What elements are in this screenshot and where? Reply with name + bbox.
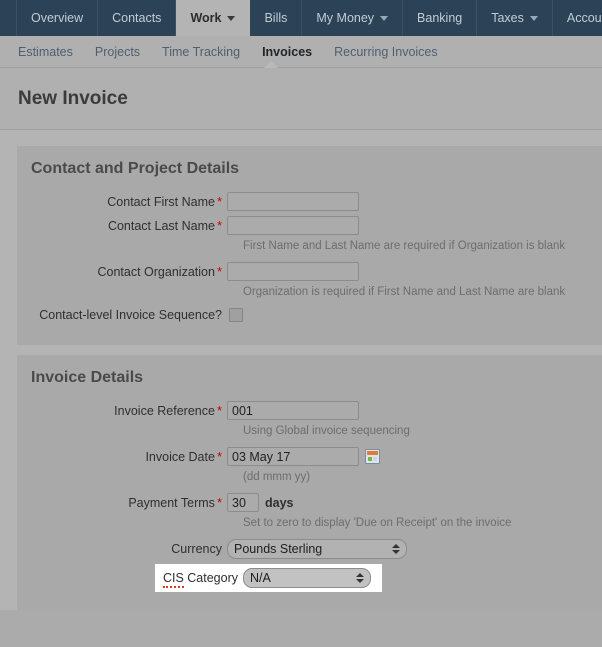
- cis-category-select[interactable]: N/A: [243, 568, 371, 588]
- invoice-reference-field-area: [227, 401, 359, 420]
- label-text: Contact First Name: [107, 195, 215, 209]
- invoice-reference-hint: Using Global invoice sequencing: [243, 425, 410, 437]
- required-marker: *: [216, 449, 222, 464]
- contact-last-name-row: Contact Last Name *: [17, 216, 602, 235]
- contact-organization-hint: Organization is required if First Name a…: [243, 286, 566, 298]
- nav-tab-overview[interactable]: Overview: [16, 0, 99, 36]
- nav-tab-taxes[interactable]: Taxes: [477, 0, 553, 36]
- invoice-reference-label: Invoice Reference *: [17, 403, 227, 418]
- invoice-details-panel: Invoice Details Invoice Reference* Using…: [17, 355, 602, 610]
- nav-tab-label: Overview: [31, 11, 84, 25]
- nav-tab-label: Banking: [417, 11, 463, 25]
- contact-last-name-label: Contact Last Name *: [17, 218, 227, 233]
- nav-tab-contacts[interactable]: Contacts: [98, 0, 177, 36]
- payment-terms-row: Payment Terms* days: [17, 493, 602, 512]
- required-marker: *: [216, 194, 222, 209]
- contact-name-hint: First Name and Last Name are required if…: [243, 240, 566, 252]
- cis-category-select-wrapper: N/A: [243, 568, 371, 588]
- invoice-date-label: Invoice Date *: [17, 449, 227, 464]
- subnav-item-projects[interactable]: Projects: [95, 45, 140, 59]
- invoice-date-row: Invoice Date *: [17, 447, 602, 466]
- invoice-date-hint: (dd mmm yy): [243, 471, 311, 483]
- subnav-item-estimates[interactable]: Estimates: [18, 45, 73, 59]
- contact-first-name-field-area: [227, 192, 359, 211]
- contact-level-invoice-sequence-row: Contact-level Invoice Sequence?: [17, 308, 602, 322]
- payment-terms-unit-label: days: [265, 495, 294, 510]
- invoice-panel-title: Invoice Details: [31, 369, 144, 386]
- currency-label: Currency: [171, 542, 222, 556]
- cis-label-suffix-text: Category: [183, 571, 238, 585]
- subnav-item-time-tracking[interactable]: Time Tracking: [162, 45, 240, 59]
- nav-tab-work[interactable]: Work: [176, 0, 251, 36]
- nav-tab-banking[interactable]: Banking: [403, 0, 478, 36]
- nav-tab-label: My Money: [316, 11, 375, 25]
- primary-navigation: Overview Contacts Work Bills My Money Ba…: [0, 0, 602, 36]
- invoice-date-field-area: [227, 447, 380, 466]
- required-marker: *: [216, 264, 222, 279]
- contact-first-name-label: Contact First Name *: [17, 194, 227, 209]
- contact-level-invoice-sequence-checkbox[interactable]: [229, 308, 243, 322]
- nav-tab-label: Work: [190, 11, 222, 25]
- contact-last-name-input[interactable]: [227, 216, 359, 235]
- nav-tab-label: Contacts: [112, 11, 162, 25]
- chevron-down-icon: [380, 16, 389, 21]
- contact-last-name-field-area: [227, 216, 359, 235]
- label-text: Payment Terms: [128, 496, 215, 510]
- required-marker: *: [216, 403, 222, 418]
- page-title: New Invoice: [18, 87, 128, 109]
- nav-tab-accounting[interactable]: Accounting: [553, 0, 602, 36]
- subnav-item-invoices[interactable]: Invoices: [262, 45, 312, 59]
- nav-tab-my-money[interactable]: My Money: [302, 0, 404, 36]
- cis-category-field-area: N/A: [243, 568, 371, 588]
- currency-select-wrapper: Pounds Sterling: [227, 539, 407, 559]
- label-text: Invoice Reference: [114, 404, 215, 418]
- currency-field-area: Pounds Sterling: [227, 539, 407, 559]
- contact-level-invoice-sequence-label: Contact-level Invoice Sequence?: [39, 308, 222, 322]
- nav-tab-label: Accounting: [566, 11, 602, 25]
- contact-panel-title: Contact and Project Details: [31, 160, 240, 177]
- invoice-reference-row: Invoice Reference *: [17, 401, 602, 420]
- chevron-down-icon: [529, 16, 538, 21]
- contact-organization-label: Contact Organization *: [17, 264, 227, 279]
- contact-and-project-details-panel: Contact and Project Details Contact Firs…: [17, 146, 602, 345]
- nav-tab-label: Bills: [264, 11, 288, 25]
- cis-label-spellcheck-text: CIS: [162, 571, 184, 588]
- chevron-down-icon: [227, 16, 236, 21]
- required-marker: *: [216, 495, 222, 510]
- payment-terms-field-area: days: [227, 493, 294, 512]
- label-text: Contact Last Name: [107, 219, 215, 233]
- contact-organization-field-area: [227, 262, 359, 281]
- active-tab-indicator-arrow: [264, 61, 278, 68]
- contact-organization-input[interactable]: [227, 262, 359, 281]
- page-header: New Invoice: [0, 68, 602, 130]
- secondary-navigation: Estimates Projects Time Tracking Invoice…: [0, 36, 602, 68]
- payment-terms-hint: Set to zero to display 'Due on Receipt' …: [243, 517, 512, 529]
- calendar-icon[interactable]: [365, 449, 380, 464]
- invoice-date-input[interactable]: [227, 447, 359, 466]
- contact-organization-row: Contact Organization *: [17, 262, 602, 281]
- nav-tab-bills[interactable]: Bills: [250, 0, 303, 36]
- required-marker: *: [216, 218, 222, 233]
- contact-level-invoice-sequence-field-area: [227, 308, 243, 322]
- label-text: Invoice Date: [145, 450, 215, 464]
- subnav-item-recurring-invoices[interactable]: Recurring Invoices: [334, 45, 438, 59]
- nav-tab-label: Taxes: [491, 11, 524, 25]
- currency-row: Currency Pounds Sterling: [17, 539, 602, 559]
- payment-terms-input[interactable]: [227, 493, 259, 512]
- invoice-reference-input[interactable]: [227, 401, 359, 420]
- payment-terms-label: Payment Terms *: [17, 495, 227, 510]
- cis-category-label: CIS Category: [155, 571, 243, 588]
- contact-first-name-row: Contact First Name *: [17, 192, 602, 211]
- currency-select[interactable]: Pounds Sterling: [227, 539, 407, 559]
- label-text: Contact Organization: [97, 265, 215, 279]
- form-content: Contact and Project Details Contact Firs…: [0, 130, 602, 610]
- cis-category-row: CIS Category N/A: [155, 564, 382, 592]
- contact-first-name-input[interactable]: [227, 192, 359, 211]
